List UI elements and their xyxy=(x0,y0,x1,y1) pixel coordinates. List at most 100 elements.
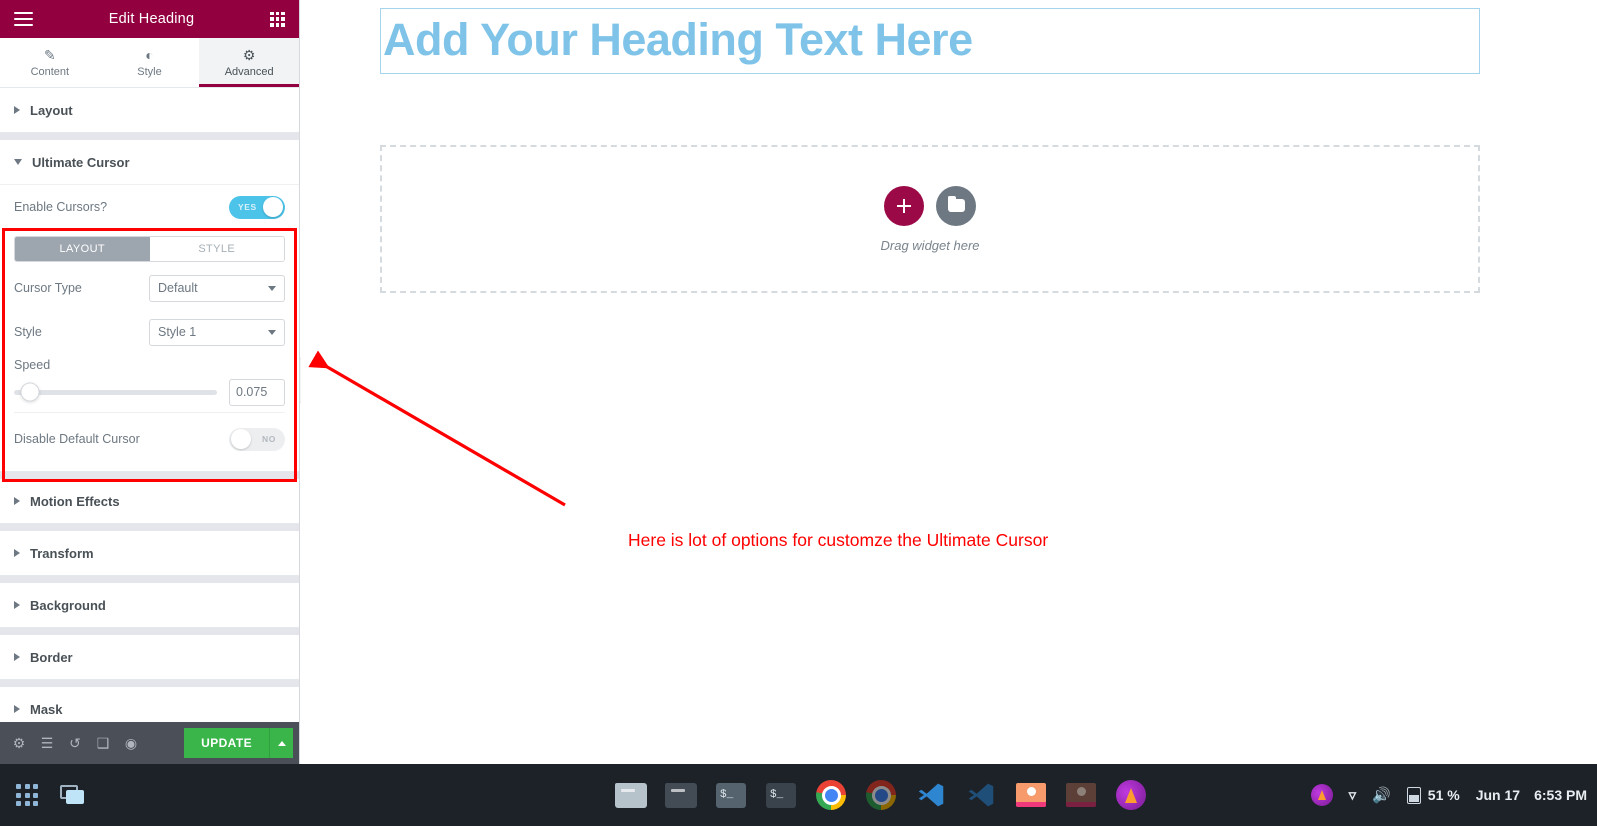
grid-apps-icon[interactable] xyxy=(270,11,285,27)
section-ultimate-cursor-header[interactable]: Ultimate Cursor xyxy=(0,140,299,184)
battery-icon xyxy=(1406,786,1421,804)
hamburger-menu-icon[interactable] xyxy=(14,12,33,26)
volume-icon[interactable]: 🔊 xyxy=(1372,786,1391,804)
section-border: Border xyxy=(0,635,299,680)
image-viewer-icon xyxy=(1066,783,1096,807)
taskbar-item-vscode[interactable] xyxy=(908,772,954,818)
app-launcher-icon[interactable] xyxy=(16,784,38,806)
section-border-header[interactable]: Border xyxy=(0,635,299,679)
enable-cursors-toggle[interactable]: YES xyxy=(229,195,285,219)
taskbar-item-file-manager-2[interactable] xyxy=(658,772,704,818)
chevron-right-icon xyxy=(14,497,20,505)
section-transform-label: Transform xyxy=(30,545,94,561)
battery-status[interactable]: 51 % xyxy=(1406,786,1460,804)
editor-canvas: Add Your Heading Text Here Drag widget h… xyxy=(301,0,1597,764)
section-layout-header[interactable]: Layout xyxy=(0,88,299,132)
taskbar-item-chrome-2[interactable] xyxy=(858,772,904,818)
taskbar-item-chrome[interactable] xyxy=(808,772,854,818)
chrome-icon xyxy=(816,780,846,810)
style-row: Style Style 1 xyxy=(14,310,285,354)
add-new-section-button[interactable] xyxy=(884,185,924,226)
taskbar-tray: ▿ 🔊 51 % Jun 17 6:53 PM xyxy=(1310,764,1587,826)
clock[interactable]: Jun 17 6:53 PM xyxy=(1476,787,1587,803)
tab-content-label: Content xyxy=(30,65,70,78)
update-group: UPDATE xyxy=(184,728,293,758)
tab-style-label: Style xyxy=(137,65,162,78)
tab-style[interactable]: ◐ Style xyxy=(99,38,200,87)
cursor-type-value: Default xyxy=(158,281,198,295)
responsive-mode-icon[interactable]: ❑ xyxy=(90,728,116,758)
battery-percent: 51 % xyxy=(1427,787,1460,803)
vscode-icon xyxy=(968,783,994,807)
taskbar-item-vscode-2[interactable] xyxy=(958,772,1004,818)
history-icon[interactable]: ↺ xyxy=(62,728,88,758)
tab-advanced-label: Advanced xyxy=(224,65,274,78)
image-viewer-icon xyxy=(1016,783,1046,807)
update-options-button[interactable] xyxy=(269,728,293,758)
panel-header: Edit Heading xyxy=(0,0,299,38)
style-label: Style xyxy=(14,325,42,339)
section-layout-label: Layout xyxy=(30,102,73,118)
taskbar-item-image-viewer-2[interactable] xyxy=(1058,772,1104,818)
cursor-type-select[interactable]: Default xyxy=(149,274,285,302)
taskbar: $_ $_ ▿ 🔊 51 % Jun 17 6:53 PM xyxy=(0,764,1597,826)
heading-widget[interactable]: Add Your Heading Text Here xyxy=(380,8,1480,74)
speed-input[interactable]: 0.075 xyxy=(229,378,285,406)
chrome-icon xyxy=(866,780,896,810)
section-layout: Layout xyxy=(0,88,299,133)
section-motion-effects-header[interactable]: Motion Effects xyxy=(0,479,299,523)
chevron-right-icon xyxy=(14,601,20,609)
clock-date: Jun 17 xyxy=(1475,787,1521,803)
taskbar-item-terminal-2[interactable]: $_ xyxy=(758,772,804,818)
tab-content[interactable]: ✎ Content xyxy=(0,38,100,87)
preview-eye-icon[interactable]: ◉ xyxy=(118,728,144,758)
section-border-label: Border xyxy=(30,649,73,665)
taskbar-item-firefox[interactable] xyxy=(1108,772,1154,818)
disable-default-cursor-label: Disable Default Cursor xyxy=(14,432,140,446)
folder-icon xyxy=(665,782,697,808)
navigator-layers-icon[interactable]: ☰ xyxy=(34,728,60,758)
cursor-type-row: Cursor Type Default xyxy=(14,266,285,310)
elementor-panel: Edit Heading ✎ Content ◐ Style ⚙ Advance… xyxy=(0,0,300,764)
wifi-icon[interactable]: ▿ xyxy=(1349,786,1357,804)
terminal-icon: $_ xyxy=(716,782,746,808)
speed-slider-thumb[interactable] xyxy=(20,382,40,402)
taskbar-item-file-manager[interactable] xyxy=(608,772,654,818)
disable-default-cursor-toggle[interactable]: NO xyxy=(229,427,285,451)
taskbar-left xyxy=(8,764,86,826)
drop-zone[interactable]: Drag widget here xyxy=(380,145,1480,293)
tab-advanced[interactable]: ⚙ Advanced xyxy=(199,38,300,87)
panel-footer: ⚙ ☰ ↺ ❑ ◉ UPDATE xyxy=(0,722,299,764)
terminal-icon: $_ xyxy=(766,782,796,808)
add-template-button[interactable] xyxy=(936,185,976,226)
section-background: Background xyxy=(0,583,299,628)
chevron-up-icon xyxy=(277,740,286,746)
panel-title: Edit Heading xyxy=(108,11,195,27)
heading-text[interactable]: Add Your Heading Text Here xyxy=(383,15,1477,65)
flame-notification-icon[interactable] xyxy=(1310,784,1333,806)
section-motion-effects-label: Motion Effects xyxy=(30,493,120,509)
update-button[interactable]: UPDATE xyxy=(184,728,269,758)
section-motion-effects: Motion Effects xyxy=(0,479,299,524)
speed-slider[interactable] xyxy=(14,382,217,402)
section-mask-label: Mask xyxy=(30,701,63,717)
folder-icon xyxy=(947,195,965,212)
disable-default-cursor-row: Disable Default Cursor NO xyxy=(14,413,285,465)
chevron-right-icon xyxy=(14,549,20,557)
section-mask-header[interactable]: Mask xyxy=(0,687,299,722)
taskbar-item-image-viewer[interactable] xyxy=(1008,772,1054,818)
chevron-right-icon xyxy=(14,106,20,114)
choice-style[interactable]: STYLE xyxy=(149,237,284,261)
section-transform-header[interactable]: Transform xyxy=(0,531,299,575)
style-select[interactable]: Style 1 xyxy=(149,318,285,346)
settings-gear-icon[interactable]: ⚙ xyxy=(6,728,32,758)
speed-label: Speed xyxy=(14,358,51,372)
drop-zone-label: Drag widget here xyxy=(880,237,980,253)
chevron-right-icon xyxy=(14,705,20,713)
taskbar-item-terminal[interactable]: $_ xyxy=(708,772,754,818)
choice-layout[interactable]: LAYOUT xyxy=(15,237,150,261)
section-background-header[interactable]: Background xyxy=(0,583,299,627)
section-transform: Transform xyxy=(0,531,299,576)
window-switcher-icon[interactable] xyxy=(60,785,86,805)
cursor-type-label: Cursor Type xyxy=(14,281,82,295)
